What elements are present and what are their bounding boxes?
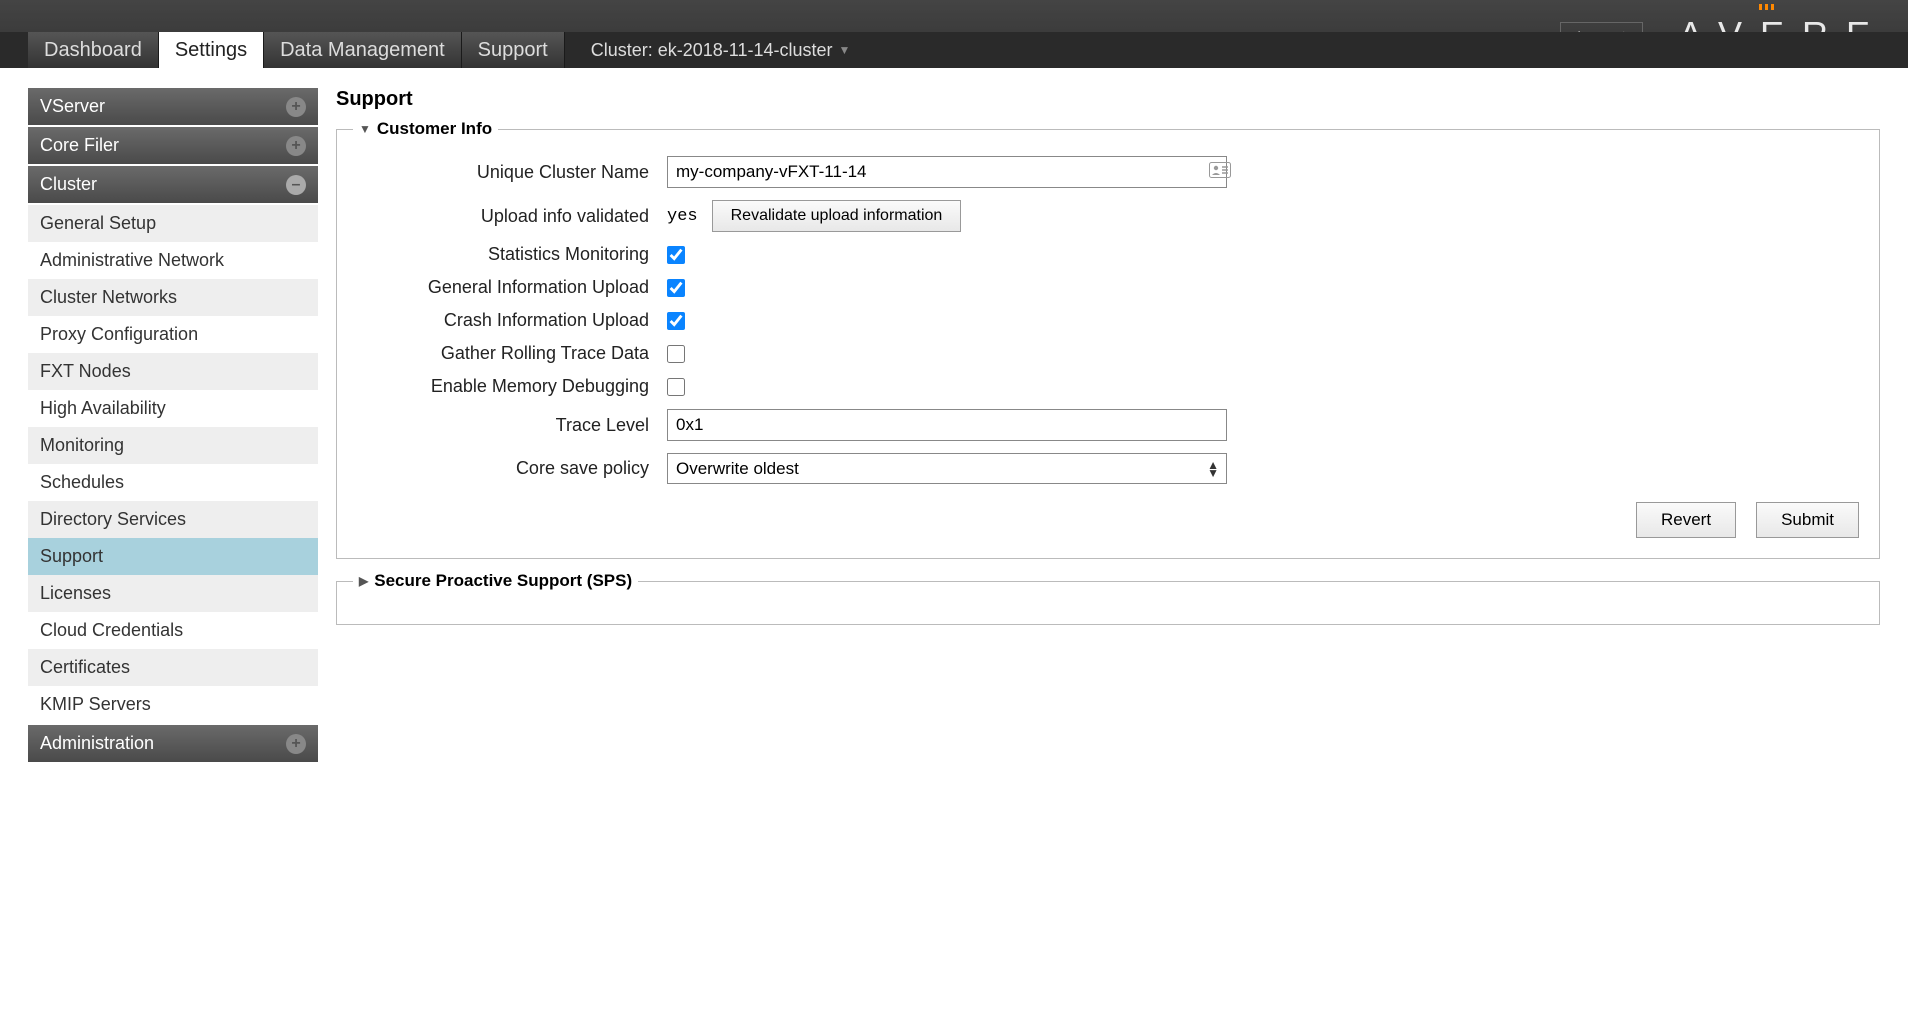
memory-debugging-checkbox[interactable] <box>667 378 685 396</box>
general-upload-checkbox[interactable] <box>667 279 685 297</box>
cluster-name: ek-2018-11-14-cluster <box>658 40 833 61</box>
label-unique-cluster-name: Unique Cluster Name <box>357 162 667 183</box>
sidebar-item-kmip-servers[interactable]: KMIP Servers <box>28 686 318 723</box>
label-rolling-trace: Gather Rolling Trace Data <box>357 343 667 364</box>
rolling-trace-checkbox[interactable] <box>667 345 685 363</box>
chevron-down-icon: ▼ <box>839 43 851 57</box>
cluster-selector[interactable]: Cluster: ek-2018-11-14-cluster ▼ <box>575 32 867 68</box>
sidebar-section-cluster[interactable]: Cluster – <box>28 166 318 203</box>
label-stats-monitoring: Statistics Monitoring <box>357 244 667 265</box>
sidebar-section-administration[interactable]: Administration + <box>28 725 318 762</box>
settings-sidebar: VServer + Core Filer + Cluster – General… <box>28 88 318 764</box>
revert-button[interactable]: Revert <box>1636 502 1736 538</box>
disclosure-triangle-icon[interactable]: ▶ <box>359 574 368 588</box>
sidebar-item-fxt-nodes[interactable]: FXT Nodes <box>28 353 318 390</box>
tab-dashboard[interactable]: Dashboard <box>28 32 159 68</box>
sidebar-item-schedules[interactable]: Schedules <box>28 464 318 501</box>
disclosure-triangle-icon[interactable]: ▼ <box>359 122 371 136</box>
sidebar-item-general-setup[interactable]: General Setup <box>28 205 318 242</box>
sidebar-section-label: Administration <box>40 733 154 754</box>
plus-icon: + <box>286 136 306 156</box>
cluster-prefix: Cluster: <box>591 40 653 61</box>
tab-support[interactable]: Support <box>462 32 565 68</box>
page-title: Support <box>336 88 1880 111</box>
upload-validated-value: yes <box>667 207 698 226</box>
sidebar-item-directory-services[interactable]: Directory Services <box>28 501 318 538</box>
sidebar-section-core-filer[interactable]: Core Filer + <box>28 127 318 164</box>
sps-section: ▶ Secure Proactive Support (SPS) <box>336 581 1880 625</box>
core-save-policy-select[interactable]: Overwrite oldest <box>667 453 1227 484</box>
label-crash-upload: Crash Information Upload <box>357 310 667 331</box>
minus-icon: – <box>286 175 306 195</box>
sidebar-item-licenses[interactable]: Licenses <box>28 575 318 612</box>
submit-button[interactable]: Submit <box>1756 502 1859 538</box>
stats-monitoring-checkbox[interactable] <box>667 246 685 264</box>
tab-settings[interactable]: Settings <box>159 32 264 68</box>
top-header: Logout AVERE Dashboard Settings Data Man… <box>0 0 1908 68</box>
label-general-upload: General Information Upload <box>357 277 667 298</box>
sidebar-item-proxy-configuration[interactable]: Proxy Configuration <box>28 316 318 353</box>
sidebar-item-high-availability[interactable]: High Availability <box>28 390 318 427</box>
sidebar-section-label: Cluster <box>40 174 97 195</box>
sidebar-item-cloud-credentials[interactable]: Cloud Credentials <box>28 612 318 649</box>
tab-data-management[interactable]: Data Management <box>264 32 462 68</box>
crash-upload-checkbox[interactable] <box>667 312 685 330</box>
sidebar-section-label: Core Filer <box>40 135 119 156</box>
fieldset-legend-text: Customer Info <box>377 119 492 139</box>
label-core-save: Core save policy <box>357 458 667 479</box>
customer-info-section: ▼ Customer Info Unique Cluster Name Uplo… <box>336 129 1880 559</box>
sidebar-item-monitoring[interactable]: Monitoring <box>28 427 318 464</box>
label-upload-validated: Upload info validated <box>357 206 667 227</box>
sidebar-cluster-items: General SetupAdministrative NetworkClust… <box>28 205 318 723</box>
main-nav: Dashboard Settings Data Management Suppo… <box>0 32 1908 68</box>
main-content: Support ▼ Customer Info Unique Cluster N… <box>336 88 1880 764</box>
plus-icon: + <box>286 97 306 117</box>
fieldset-legend-text: Secure Proactive Support (SPS) <box>374 571 632 591</box>
sidebar-section-vserver[interactable]: VServer + <box>28 88 318 125</box>
sidebar-item-administrative-network[interactable]: Administrative Network <box>28 242 318 279</box>
sidebar-section-label: VServer <box>40 96 105 117</box>
sidebar-item-support[interactable]: Support <box>28 538 318 575</box>
revalidate-button[interactable]: Revalidate upload information <box>712 200 962 232</box>
unique-cluster-name-input[interactable] <box>667 156 1227 188</box>
trace-level-input[interactable] <box>667 409 1227 441</box>
label-mem-debug: Enable Memory Debugging <box>357 376 667 397</box>
label-trace-level: Trace Level <box>357 415 667 436</box>
sidebar-item-certificates[interactable]: Certificates <box>28 649 318 686</box>
plus-icon: + <box>286 734 306 754</box>
sidebar-item-cluster-networks[interactable]: Cluster Networks <box>28 279 318 316</box>
